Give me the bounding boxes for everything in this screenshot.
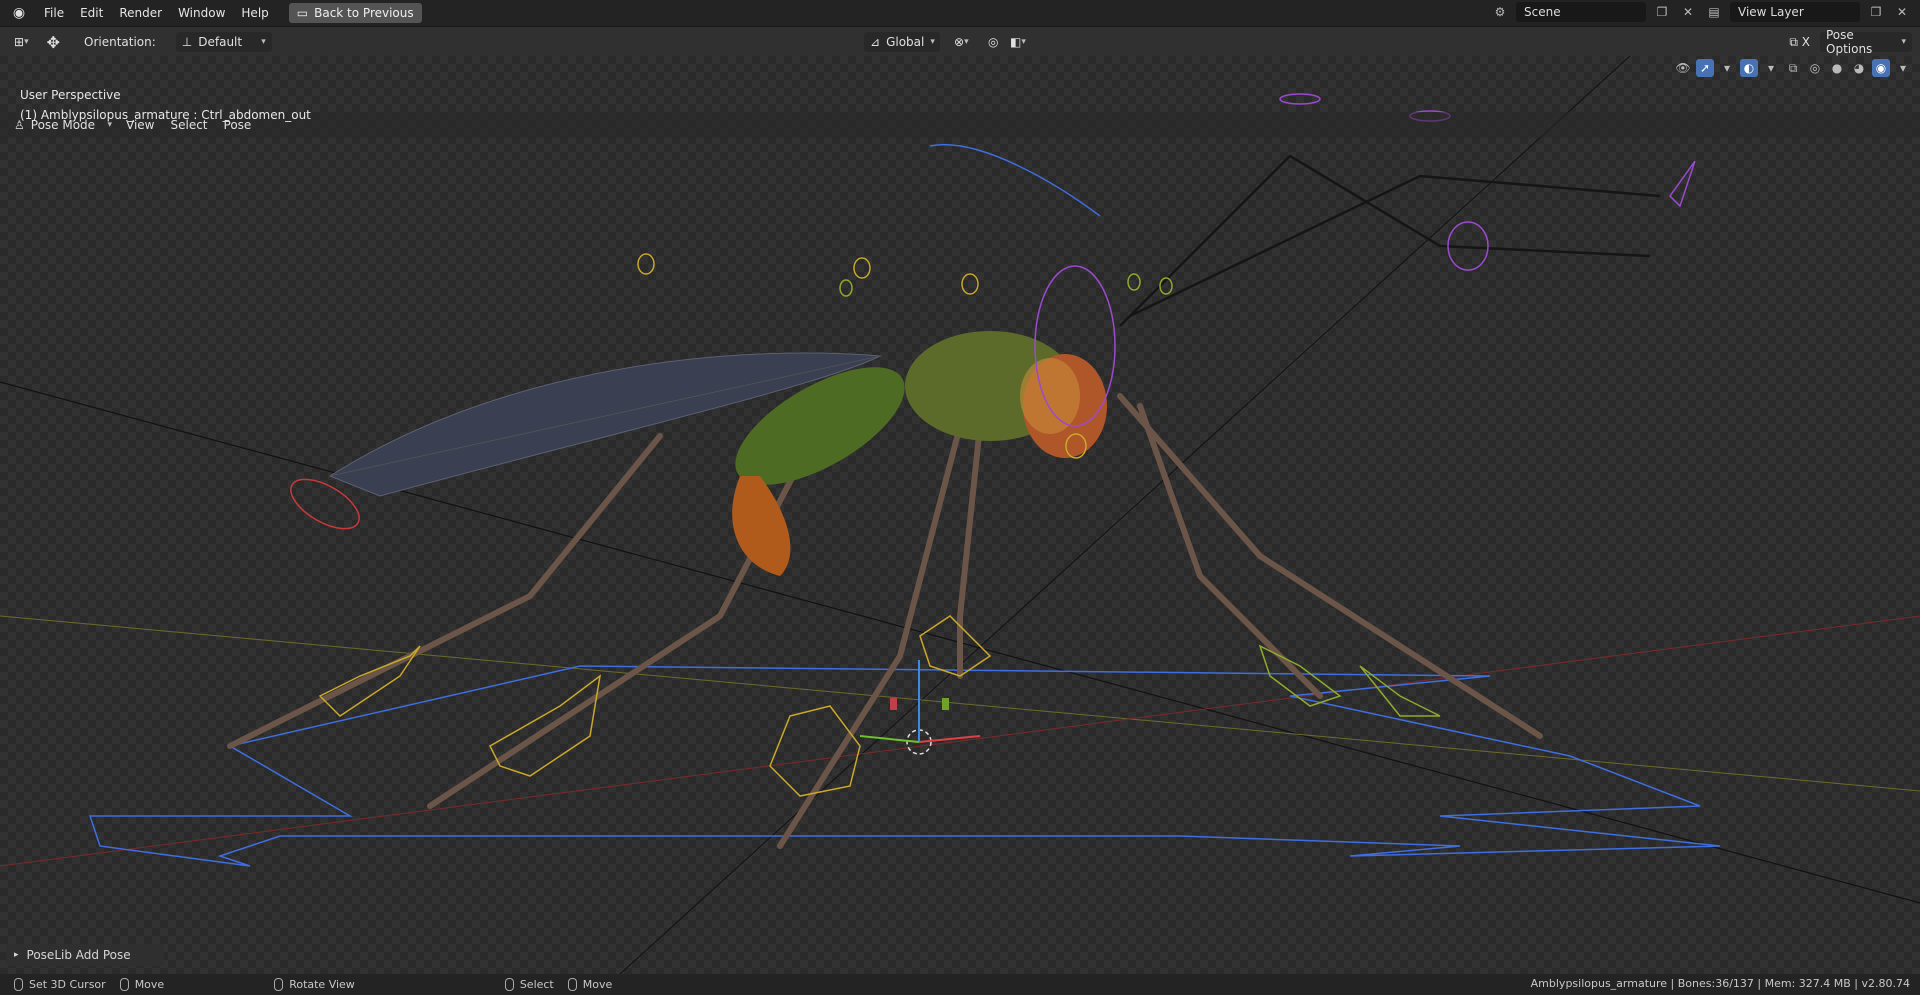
move-tool-icon[interactable]: ✥ bbox=[41, 31, 66, 53]
menu-window[interactable]: Window bbox=[170, 2, 233, 24]
editor-type-button[interactable]: ⊞ ▾ bbox=[8, 31, 35, 53]
menu-render[interactable]: Render bbox=[111, 2, 170, 24]
blender-logo-icon[interactable]: ◉ bbox=[8, 2, 30, 24]
orientation-label: Orientation: bbox=[84, 35, 156, 49]
status-rotate-view-label: Rotate View bbox=[289, 978, 355, 991]
pose-options-dropdown[interactable]: Pose Options ▾ bbox=[1820, 28, 1912, 56]
chevron-down-icon[interactable]: ▾ bbox=[1894, 59, 1912, 77]
back-to-previous-button[interactable]: ▭ Back to Previous bbox=[288, 3, 422, 23]
screen-icon: ▭ bbox=[296, 6, 309, 20]
tool-header: ⊞ ▾ ✥ Orientation: ⊥ Default ▾ ⊿ Global … bbox=[0, 26, 1920, 57]
gizmo-plane-yz bbox=[942, 698, 949, 710]
purple-controllers bbox=[1034, 93, 1696, 427]
xray-icon[interactable]: ⧉ bbox=[1784, 59, 1802, 77]
view-layer-icon[interactable]: ▤ bbox=[1704, 2, 1724, 22]
menu-file[interactable]: File bbox=[36, 2, 72, 24]
snap-icon[interactable]: ◎ bbox=[982, 31, 1004, 53]
view-layer-field[interactable]: View Layer bbox=[1730, 2, 1860, 22]
solid-shading-icon[interactable]: ● bbox=[1828, 59, 1846, 77]
status-select-label: Select bbox=[519, 978, 554, 991]
chevron-down-icon[interactable]: ▾ bbox=[1762, 59, 1780, 77]
active-object-label: (1) Amblypsilopus_armature : Ctrl_abdome… bbox=[20, 108, 311, 122]
chevron-down-icon: ▾ bbox=[930, 37, 935, 47]
abdomen-tip bbox=[732, 476, 791, 576]
new-view-layer-icon[interactable]: ❐ bbox=[1866, 2, 1886, 22]
status-move: Move bbox=[119, 978, 165, 991]
orientation-dropdown[interactable]: ⊥ Default ▾ bbox=[175, 32, 272, 52]
scene-controls: ⚙ Scene ❐ ✕ ▤ View Layer ❐ ✕ bbox=[1490, 2, 1912, 22]
transform-space-dropdown[interactable]: ⊿ Global ▾ bbox=[864, 32, 940, 52]
scene-render bbox=[0, 56, 1920, 974]
view-perspective-label: User Perspective bbox=[20, 88, 121, 102]
status-set-cursor-label: Set 3D Cursor bbox=[29, 978, 106, 991]
mouse-left-icon bbox=[504, 978, 514, 991]
status-rotate-view: Rotate View bbox=[274, 978, 355, 991]
scene-icon[interactable]: ⚙ bbox=[1490, 2, 1510, 22]
last-operator-label: PoseLib Add Pose bbox=[26, 948, 131, 962]
pose-options-label: Pose Options bbox=[1826, 28, 1873, 56]
gizmo-x-axis bbox=[918, 735, 981, 743]
antenna-left bbox=[1119, 154, 1651, 327]
new-scene-icon[interactable]: ❐ bbox=[1652, 2, 1672, 22]
last-operator-panel[interactable]: ▸ PoseLib Add Pose bbox=[6, 944, 164, 966]
pivot-icon[interactable]: ⊗ ▾ bbox=[948, 31, 975, 53]
3d-viewport[interactable]: ♙ Pose Mode ▾ View Select Pose 👁 ➚ ▾ ◐ ▾… bbox=[0, 56, 1920, 974]
mouse-right-icon bbox=[567, 978, 577, 991]
gizmo-plane-xz bbox=[890, 698, 897, 710]
chevron-down-icon: ▾ bbox=[1901, 37, 1906, 47]
close-view-layer-icon[interactable]: ✕ bbox=[1892, 2, 1912, 22]
eye-highlight bbox=[1020, 358, 1080, 434]
close-scene-icon[interactable]: ✕ bbox=[1678, 2, 1698, 22]
visibility-icon[interactable]: 👁 bbox=[1674, 59, 1692, 77]
status-move-2-label: Move bbox=[582, 978, 613, 991]
blue-head-controller bbox=[929, 143, 1101, 217]
scene-field[interactable]: Scene bbox=[1516, 2, 1646, 22]
rendered-shading-icon[interactable]: ◉ bbox=[1872, 59, 1890, 77]
transform-space-value: Global bbox=[886, 35, 925, 49]
top-bar: ◉ File Edit Render Window Help ▭ Back to… bbox=[0, 0, 1920, 26]
mouse-left-icon bbox=[14, 978, 23, 991]
x-mirror-icon[interactable]: ⧉ X bbox=[1783, 31, 1816, 53]
mouse-right-icon bbox=[119, 978, 129, 991]
menu-edit[interactable]: Edit bbox=[72, 2, 111, 24]
chevron-down-icon: ▾ bbox=[261, 37, 266, 47]
status-bar: Set 3D Cursor Move Rotate View Select Mo… bbox=[0, 974, 1920, 995]
overlay-toggle-icon[interactable]: ◐ bbox=[1740, 59, 1758, 77]
status-move-label: Move bbox=[134, 978, 165, 991]
status-move-2: Move bbox=[567, 978, 613, 991]
mouse-middle-icon bbox=[274, 978, 284, 991]
chevron-down-icon[interactable]: ▾ bbox=[1718, 59, 1736, 77]
back-to-previous-label: Back to Previous bbox=[314, 6, 414, 20]
proportional-icon[interactable]: ◧ ▾ bbox=[1004, 31, 1032, 53]
status-select: Select bbox=[504, 978, 554, 991]
chevron-right-icon: ▸ bbox=[14, 950, 19, 960]
axis-icon: ⊥ bbox=[181, 35, 193, 49]
material-shading-icon[interactable]: ◕ bbox=[1850, 59, 1868, 77]
antenna-right bbox=[1129, 174, 1661, 318]
menu-help[interactable]: Help bbox=[233, 2, 276, 24]
shading-controls: 👁 ➚ ▾ ◐ ▾ ⧉ ◎ ● ◕ ◉ ▾ bbox=[1674, 59, 1912, 77]
wireframe-shading-icon[interactable]: ◎ bbox=[1806, 59, 1824, 77]
gizmo-toggle-icon[interactable]: ➚ bbox=[1696, 59, 1714, 77]
orientation-value: Default bbox=[198, 35, 243, 49]
scene-statistics: Amblypsilopus_armature | Bones:36/137 | … bbox=[1530, 977, 1910, 990]
gizmo-y-axis bbox=[859, 735, 920, 743]
status-set-cursor: Set 3D Cursor bbox=[14, 978, 106, 991]
transform-icon: ⊿ bbox=[870, 35, 881, 49]
green-controllers bbox=[839, 273, 1441, 717]
